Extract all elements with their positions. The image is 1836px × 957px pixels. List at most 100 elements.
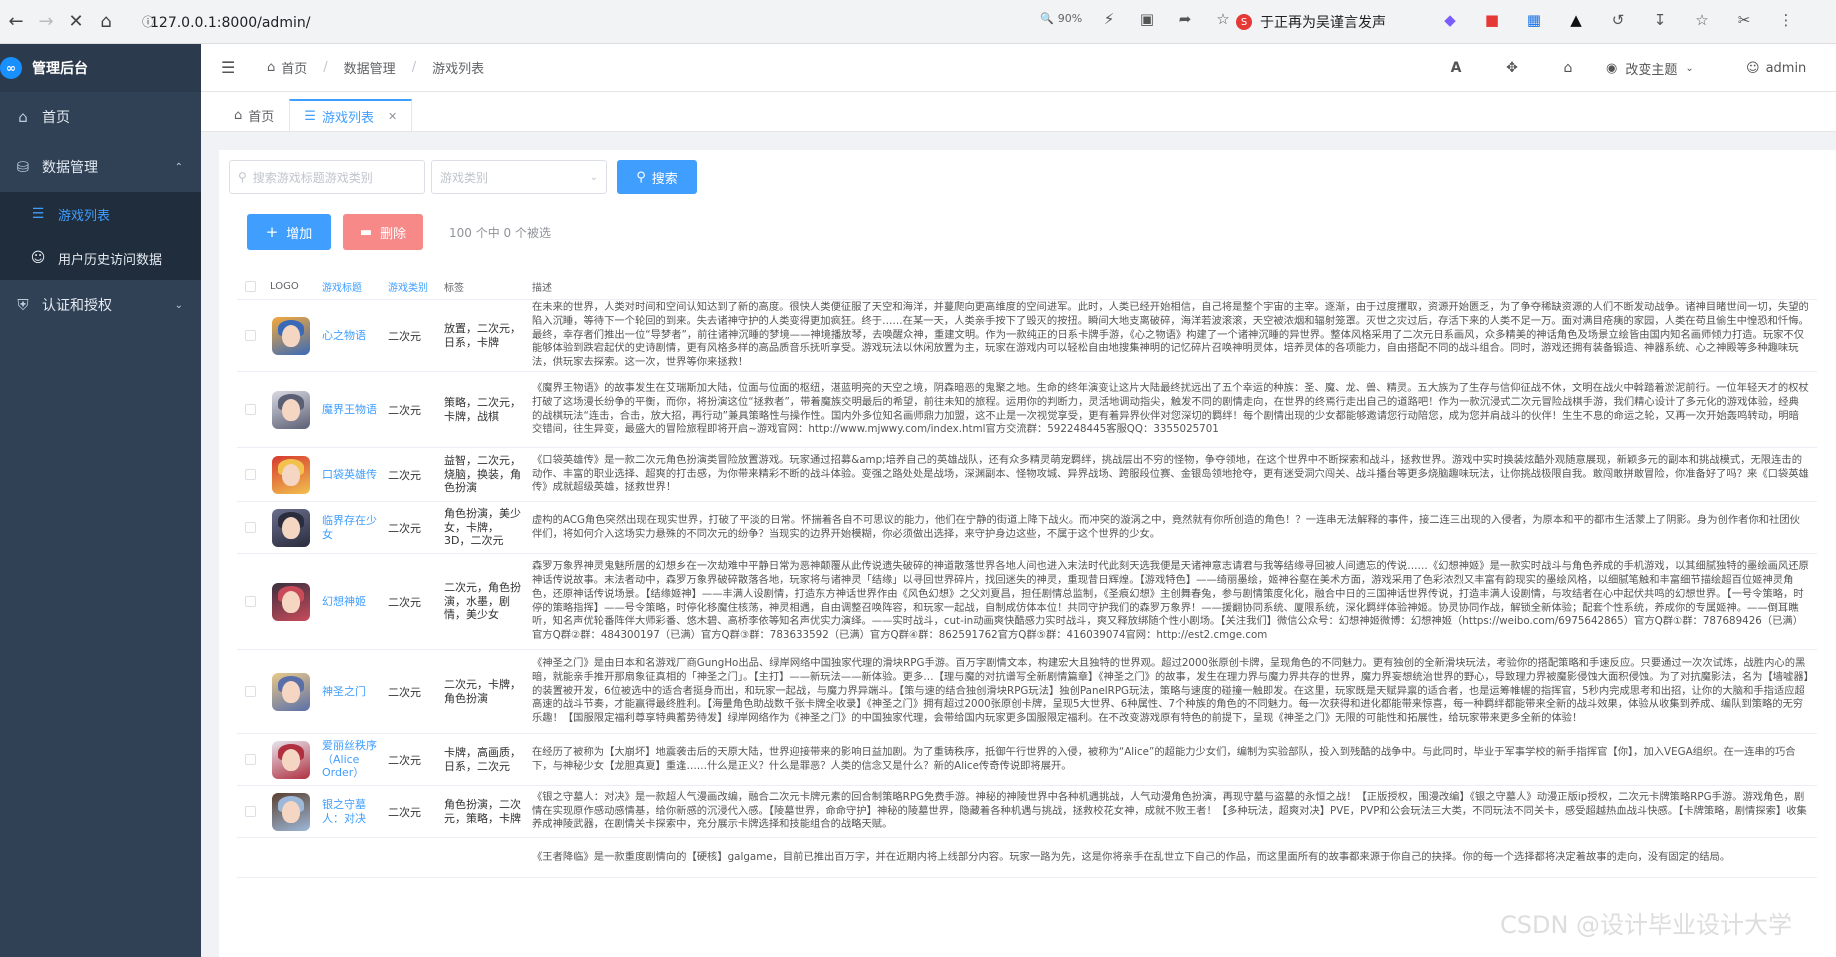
game-title-link[interactable]: 临界存在少女	[318, 502, 384, 553]
tab-label: 首页	[248, 110, 275, 125]
game-category: 二次元	[388, 753, 421, 767]
table-row[interactable]: 临界存在少女 二次元 角色扮演，美少女，卡牌，3D，二次元 虚构的ACG角色突然出现在…	[237, 502, 1817, 554]
reader-icon[interactable]: ▣	[1138, 10, 1156, 28]
close-icon[interactable]: ✕	[388, 110, 397, 123]
sidebar-item-label: 游戏列表	[58, 208, 111, 224]
font-size-icon[interactable]: A	[1428, 60, 1484, 76]
game-title-link[interactable]	[318, 838, 384, 877]
breadcrumb-item[interactable]: 数据管理	[344, 58, 396, 77]
search-input[interactable]: ⚲ 搜索游戏标题游戏类别	[229, 160, 425, 194]
category-select[interactable]: 游戏类别 ⌄	[431, 160, 607, 194]
table-row[interactable]: 银之守墓人：对决 二次元 角色扮演，二次元，策略，卡牌 《银之守墓人：对决》是一款超人…	[237, 786, 1817, 838]
news-logo-icon: S	[1236, 14, 1252, 30]
game-description-text: 森罗万象界神灵鬼魅所居的幻想乡在一次劫难中平静日常为恶神颠覆从此传说遗失破碎的神…	[532, 560, 1809, 642]
row-checkbox[interactable]	[245, 596, 256, 607]
game-tags: 二次元，角色扮演，水墨，剧情，美少女	[444, 580, 521, 622]
home-link-icon[interactable]: ⌂	[1540, 60, 1596, 76]
game-title-link[interactable]: 魔界王物语	[318, 372, 384, 447]
column-header-title[interactable]: 游戏标题	[318, 279, 384, 294]
table-row[interactable]: 《王者降临》是一款重度剧情向的【硬核】galgame，目前已推出百万字，并在近期…	[237, 838, 1817, 878]
select-all-checkbox-cell	[237, 281, 264, 292]
url-text[interactable]: 127.0.0.1:8000/admin/	[150, 15, 310, 31]
share-icon[interactable]: ➦	[1176, 10, 1194, 28]
row-checkbox[interactable]	[245, 806, 256, 817]
sidebar-item-game-list[interactable]: ☰ 游戏列表	[0, 192, 201, 236]
sidebar-item-user-history[interactable]: ☺ 用户历史访问数据	[0, 236, 201, 280]
trash-icon: ▬	[359, 224, 373, 240]
game-title-link[interactable]: 心之物语	[318, 300, 384, 371]
download-icon[interactable]: ↧	[1650, 10, 1670, 30]
app-logo-row[interactable]: ∞ 管理后台	[0, 44, 201, 92]
game-title-link[interactable]: 口袋英雄传	[318, 448, 384, 501]
translate-extension-icon[interactable]: ▦	[1524, 10, 1544, 30]
game-title-link[interactable]: 爱丽丝秩序（Alice Order）	[318, 734, 384, 785]
zoom-indicator[interactable]: 🔍 90%	[1040, 12, 1082, 25]
game-tags: 卡牌，高画质，日系，二次元	[444, 745, 521, 773]
table-row[interactable]: 爱丽丝秩序（Alice Order） 二次元 卡牌，高画质，日系，二次元 在经历了被称…	[237, 734, 1817, 786]
list-icon: ☰	[31, 206, 45, 222]
extension-diamond-icon[interactable]: ◆	[1440, 10, 1460, 30]
row-checkbox[interactable]	[245, 469, 256, 480]
search-bar: ⚲ 搜索游戏标题游戏类别 游戏类别 ⌄ ⚲ 搜索	[229, 160, 697, 194]
game-title-link[interactable]: 幻想神姬	[318, 554, 384, 649]
sidebar-item-home[interactable]: ⌂ 首页	[0, 92, 201, 142]
table-row[interactable]: 神圣之门 二次元 二次元，卡牌，角色扮演 《神圣之门》是由日本和名游戏厂商GungHo…	[237, 650, 1817, 734]
row-checkbox[interactable]	[245, 404, 256, 415]
search-button-label: 搜索	[651, 171, 678, 187]
more-menu-icon[interactable]: ⋮	[1776, 10, 1796, 30]
home-icon[interactable]: ⌂	[92, 8, 120, 36]
game-description-text: 《王者降临》是一款重度剧情向的【硬核】galgame，目前已推出百万字，并在近期…	[532, 850, 1731, 863]
game-title-link[interactable]: 银之守墓人：对决	[318, 786, 384, 837]
bookmark-star-icon[interactable]: ☆	[1214, 10, 1232, 28]
lightning-icon[interactable]: ⚡	[1100, 10, 1118, 28]
column-header-category[interactable]: 游戏类别	[384, 279, 440, 294]
breadcrumb: ⌂ 首页 / 数据管理 / 游戏列表	[267, 58, 484, 77]
table-row[interactable]: 魔界王物语 二次元 策略，二次元，卡牌，战棋 《魔界王物语》的故事发生在艾瑞斯加大陆，…	[237, 372, 1817, 448]
tools-icon[interactable]: ✂	[1734, 10, 1754, 30]
game-logo-image	[272, 582, 310, 621]
table-row[interactable]: 幻想神姬 二次元 二次元，角色扮演，水墨，剧情，美少女 森罗万象界神灵鬼魅所居的幻想乡…	[237, 554, 1817, 650]
row-checkbox-cell	[237, 448, 264, 501]
row-checkbox[interactable]	[245, 686, 256, 697]
tab-label: 游戏列表	[321, 110, 374, 126]
select-all-checkbox[interactable]	[245, 281, 256, 292]
table-row[interactable]: 口袋英雄传 二次元 益智，二次元，烧脑，换装，角色扮演 《口袋英雄传》是一款二次元角色…	[237, 448, 1817, 502]
table-row[interactable]: 心之物语 二次元 放置，二次元，日系，卡牌 在未来的世界，人类对时间和空间认知达到了新…	[237, 300, 1817, 372]
game-description: 《魔界王物语》的故事发生在艾瑞斯加大陆，位面与位面的枢纽，湛蓝明亮的天空之境，阴…	[528, 372, 1817, 447]
sidebar-item-data-management[interactable]: ⛁ 数据管理 ⌃	[0, 142, 201, 192]
fullscreen-icon[interactable]: ✥	[1484, 60, 1540, 76]
row-checkbox[interactable]	[245, 522, 256, 533]
chart-extension-icon[interactable]: ▲	[1566, 10, 1586, 30]
shield-icon: ⛨	[17, 296, 29, 314]
row-checkbox[interactable]	[245, 754, 256, 765]
tab-home[interactable]: ⌂ 首页	[219, 99, 289, 131]
change-theme-button[interactable]: ◉ 改变主题 ⌄	[1596, 59, 1746, 78]
address-bar[interactable]: 127.0.0.1:8000/admin/	[150, 9, 1050, 37]
breadcrumb-item[interactable]: 首页	[281, 58, 307, 77]
pdf-extension-icon[interactable]: ■	[1482, 10, 1502, 30]
selection-info: 100 个中 0 个被选	[449, 225, 551, 240]
sidebar-item-auth[interactable]: ⛨ 认证和授权 ⌄	[0, 280, 201, 330]
news-text[interactable]: 于正再为吴谨言发声	[1260, 12, 1386, 32]
game-description: 《王者降临》是一款重度剧情向的【硬核】galgame，目前已推出百万字，并在近期…	[528, 838, 1817, 877]
game-title-link[interactable]: 神圣之门	[318, 650, 384, 733]
address-bar-actions: ⚡ ▣ ➦ ☆	[1100, 10, 1232, 28]
logo-cell	[264, 300, 318, 371]
history-icon[interactable]: ↺	[1608, 10, 1628, 30]
row-checkbox[interactable]	[245, 330, 256, 341]
favorites-icon[interactable]: ☆	[1692, 10, 1712, 30]
hamburger-icon[interactable]: ☰	[221, 58, 241, 77]
forward-icon[interactable]: →	[32, 8, 60, 36]
column-header-logo: LOGO	[270, 281, 299, 292]
tab-game-list[interactable]: ☰ 游戏列表 ✕	[289, 99, 413, 131]
user-menu[interactable]: ☺ admin	[1746, 61, 1836, 76]
news-ticker[interactable]: S 于正再为吴谨言发声	[1236, 8, 1431, 36]
sidebar: ∞ 管理后台 ⌂ 首页 ⛁ 数据管理 ⌃ ☰ 游戏列表 ☺ 用户历史访问数据 ⛨…	[0, 44, 201, 957]
logo-face	[282, 590, 300, 613]
delete-button[interactable]: ▬ 删除	[343, 214, 423, 250]
search-button[interactable]: ⚲ 搜索	[617, 160, 697, 194]
stop-loading-icon[interactable]: ✕	[62, 8, 90, 36]
logo-cell	[264, 650, 318, 733]
add-button[interactable]: + 增加	[247, 214, 331, 250]
back-icon[interactable]: ←	[2, 8, 30, 36]
